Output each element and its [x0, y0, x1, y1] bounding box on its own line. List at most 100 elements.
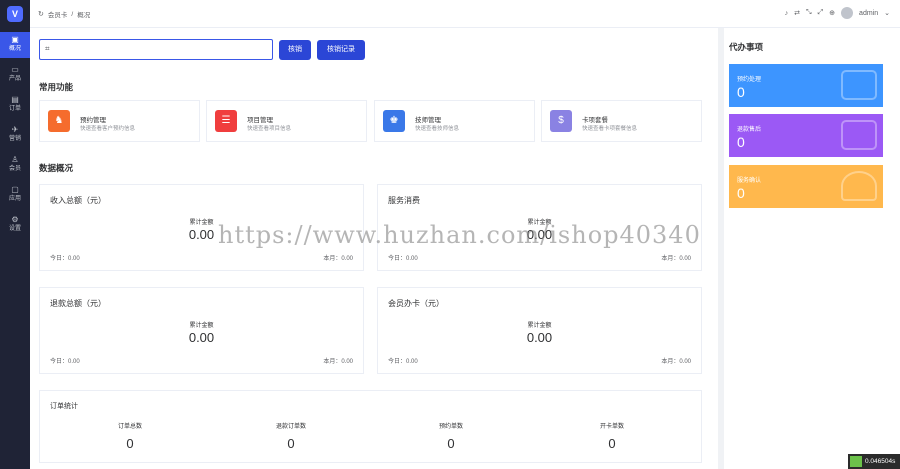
stat-month: 本月：0.00: [661, 256, 691, 262]
function-desc: 快速查看客户预约信息: [80, 126, 136, 132]
function-card-card-package[interactable]: $ 卡项套餐 快速查看卡项套餐信息: [541, 100, 702, 142]
todo-item-refund[interactable]: 退款售后 0: [729, 114, 883, 157]
function-name: 卡项套餐: [582, 117, 608, 124]
fullscreen-icon[interactable]: ⤢: [818, 9, 824, 17]
order-stats-card: 订单统计 订单总数 0 退款订单数 0 预约单数 0 开卡单数 0: [39, 390, 702, 463]
order-stat-value: 0: [608, 436, 616, 451]
sidebar-item-overview[interactable]: ▣ 概况: [0, 32, 30, 58]
sidebar-item-label: 营销: [8, 136, 21, 142]
section-title-overview: 数据概况: [39, 163, 74, 173]
sidebar-item-member[interactable]: ♙ 会员: [0, 152, 30, 178]
stat-value: 0.00: [188, 330, 215, 345]
sidebar-item-label: 概况: [8, 46, 21, 52]
avatar[interactable]: [841, 7, 854, 19]
scan-icon[interactable]: ⌗: [45, 44, 50, 54]
sidebar-item-label: 应用: [8, 196, 21, 202]
order-stat-value: 0: [126, 436, 134, 451]
sidebar-item-product[interactable]: ▭ 产品: [0, 62, 30, 88]
stat-title: 会员办卡（元）: [388, 299, 444, 308]
app-logo[interactable]: V: [7, 6, 23, 22]
stat-today: 今日：0.00: [50, 359, 80, 365]
order-stat-appointment: 预约单数 0: [371, 421, 531, 451]
breadcrumb: ↻ 会员卡 / 概况: [38, 9, 91, 20]
performance-badge: 0.046504s: [848, 454, 900, 469]
todo-label: 退款售后: [737, 127, 762, 133]
verify-button[interactable]: 核销: [279, 40, 311, 60]
function-desc: 快速查看卡项套餐信息: [582, 126, 638, 132]
watermark: https://www.huzhan.com/ishop40340: [218, 221, 701, 249]
sidebar-item-label: 设置: [8, 226, 21, 232]
order-stat-label: 开卡单数: [599, 424, 624, 430]
header-toolbar: ♪ ⇄ ⤡ ⤢ ⊕ admin ⌄: [785, 7, 890, 19]
card-package-icon: $: [550, 110, 572, 132]
shrink-icon[interactable]: ⤡: [806, 9, 812, 17]
appointment-icon: ♞: [48, 110, 70, 132]
settings-icon: ⚙: [11, 215, 19, 224]
stat-month: 本月：0.00: [661, 359, 691, 365]
breadcrumb-item[interactable]: 会员卡: [48, 9, 68, 19]
sidebar-item-marketing[interactable]: ✈ 营销: [0, 122, 30, 148]
stat-card-refund: 退款总额（元） 累计金额 0.00 今日：0.00 本月：0.00: [39, 287, 364, 374]
function-card-appointment[interactable]: ♞ 预约管理 快速查看客户预约信息: [39, 100, 200, 142]
order-stat-label: 退款订单数: [275, 424, 306, 430]
project-icon: ☰: [215, 110, 237, 132]
sidebar: V ▣ 概况 ▭ 产品 ▤ 订单 ✈ 营销 ♙ 会员 ▢ 应用 ⚙ 设置: [0, 0, 30, 469]
section-title-functions: 常用功能: [39, 82, 74, 92]
member-icon: ♙: [11, 155, 19, 164]
language-icon[interactable]: ⊕: [829, 9, 835, 17]
dashboard-icon: ▣: [11, 35, 19, 44]
function-name: 预约管理: [80, 117, 106, 124]
sidebar-item-order[interactable]: ▤ 订单: [0, 92, 30, 118]
order-stats-title: 订单统计: [50, 403, 78, 410]
performance-icon: [850, 456, 862, 467]
stat-label: 累计金额: [189, 323, 214, 329]
todo-label: 服务确认: [737, 178, 762, 184]
top-header: ↻ 会员卡 / 概况 ♪ ⇄ ⤡ ⤢ ⊕ admin ⌄: [30, 0, 900, 28]
technician-icon: ♚: [383, 110, 405, 132]
verify-code-input[interactable]: ⌗: [39, 39, 273, 60]
function-card-technician[interactable]: ♚ 技师管理 快速查看技师信息: [374, 100, 535, 142]
function-name: 项目管理: [247, 117, 273, 124]
order-stat-refund: 退款订单数 0: [211, 421, 371, 451]
breadcrumb-current: 概况: [77, 12, 91, 19]
todo-item-appointment[interactable]: 预约处理 0: [729, 64, 883, 107]
todo-value: 0: [737, 134, 745, 150]
order-stat-card-open: 开卡单数 0: [532, 421, 692, 451]
verify-records-button[interactable]: 核销记录: [317, 40, 365, 60]
todo-item-service[interactable]: 服务确认 0: [729, 165, 883, 208]
order-stat-value: 0: [287, 436, 295, 451]
stat-month: 本月：0.00: [323, 359, 353, 365]
order-icon: ▤: [11, 95, 19, 104]
function-desc: 快速查看项目信息: [247, 126, 292, 132]
function-card-project[interactable]: ☰ 项目管理 快速查看项目信息: [206, 100, 367, 142]
todo-value: 0: [737, 84, 745, 100]
sidebar-item-label: 订单: [8, 106, 21, 112]
chevron-down-icon[interactable]: ⌄: [884, 9, 890, 17]
product-icon: ▭: [11, 65, 19, 74]
refresh-icon[interactable]: ↻: [38, 10, 44, 18]
order-stat-value: 0: [447, 436, 455, 451]
transfer-icon[interactable]: ⇄: [794, 9, 800, 17]
bell-icon[interactable]: ♪: [785, 10, 789, 17]
stat-month: 本月：0.00: [323, 256, 353, 262]
username[interactable]: admin: [859, 10, 878, 17]
stat-label: 累计金额: [527, 323, 552, 329]
marketing-icon: ✈: [11, 125, 19, 134]
calendar-icon: [841, 70, 877, 100]
stat-card-membership: 会员办卡（元） 累计金额 0.00 今日：0.00 本月：0.00: [377, 287, 702, 374]
sidebar-item-app[interactable]: ▢ 应用: [0, 182, 30, 208]
order-stat-total: 订单总数 0: [50, 421, 210, 451]
app-icon: ▢: [11, 185, 19, 194]
sidebar-item-settings[interactable]: ⚙ 设置: [0, 212, 30, 238]
stat-value: 0.00: [526, 330, 553, 345]
stat-title: 退款总额（元）: [50, 299, 106, 308]
stat-title: 收入总额（元）: [50, 196, 106, 205]
order-stat-label: 预约单数: [438, 424, 463, 430]
todo-label: 预约处理: [737, 77, 762, 83]
user-icon: [841, 171, 877, 201]
stat-today: 今日：0.00: [388, 359, 418, 365]
stat-title: 服务消费: [388, 196, 420, 205]
breadcrumb-separator: /: [71, 10, 74, 18]
function-desc: 快速查看技师信息: [415, 126, 460, 132]
stat-today: 今日：0.00: [50, 256, 80, 262]
